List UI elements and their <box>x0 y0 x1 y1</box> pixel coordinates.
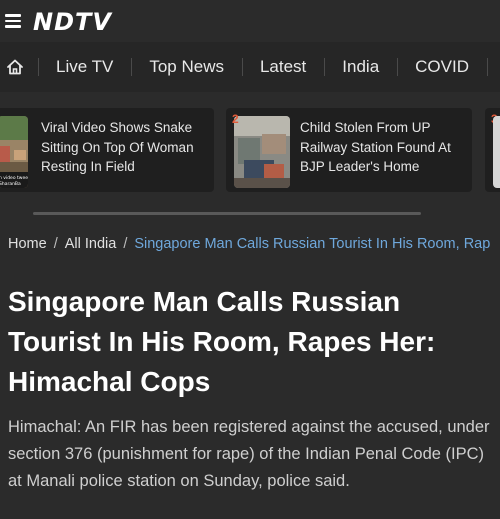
nav-item-latest[interactable]: Latest <box>241 42 324 92</box>
home-icon[interactable] <box>6 58 24 76</box>
trending-scrollbar[interactable] <box>33 212 421 215</box>
nav-item-india[interactable]: India <box>324 42 397 92</box>
ndtv-logo[interactable]: NDTV <box>33 5 112 39</box>
breadcrumb-separator: / <box>123 236 128 252</box>
nav-item-live-tv[interactable]: Live TV <box>38 42 131 92</box>
main-nav: Live TV Top News Latest India COVID V <box>0 42 500 92</box>
article-headline: Singapore Man Calls Russian Tourist In H… <box>8 286 436 397</box>
nav-item-more[interactable]: V <box>487 42 500 92</box>
svg-text:n video tweete: n video tweete <box>0 175 28 181</box>
trending-thumbnail <box>234 116 290 188</box>
hamburger-menu-icon[interactable] <box>5 14 21 28</box>
trending-card-title[interactable]: Child Stolen From UP Railway Station Fou… <box>300 118 462 177</box>
breadcrumb: Home / All India / Singapore Man Calls Russi… <box>8 236 490 252</box>
article-summary: Himachal: An FIR has been registered aga… <box>8 418 490 490</box>
trending-card-2[interactable]: 2 Child Stolen From UP Railway Station F… <box>226 108 472 192</box>
nav-item-top-news[interactable]: Top News <box>131 42 242 92</box>
trending-card-title[interactable]: Viral Video Shows Snake Sitting On Top O… <box>41 118 207 177</box>
breadcrumb-section[interactable]: All India <box>65 236 117 252</box>
top-header: NDTV <box>0 0 500 42</box>
trending-card-1[interactable]: n video tweete SharanBa Viral Video Show… <box>0 108 214 192</box>
trending-rank: 2 <box>232 112 239 126</box>
trending-thumbnail <box>493 116 500 188</box>
nav-item-covid[interactable]: COVID <box>397 42 487 92</box>
breadcrumb-current[interactable]: Singapore Man Calls Russian Tourist In H… <box>134 236 490 252</box>
trending-card-3[interactable]: 3 <box>485 108 500 192</box>
svg-text:SharanBa: SharanBa <box>0 181 21 187</box>
trending-thumbnail: n video tweete SharanBa <box>0 116 28 188</box>
trending-strip: n video tweete SharanBa Viral Video Show… <box>0 92 500 217</box>
breadcrumb-separator: / <box>53 236 58 252</box>
breadcrumb-home[interactable]: Home <box>8 236 47 252</box>
